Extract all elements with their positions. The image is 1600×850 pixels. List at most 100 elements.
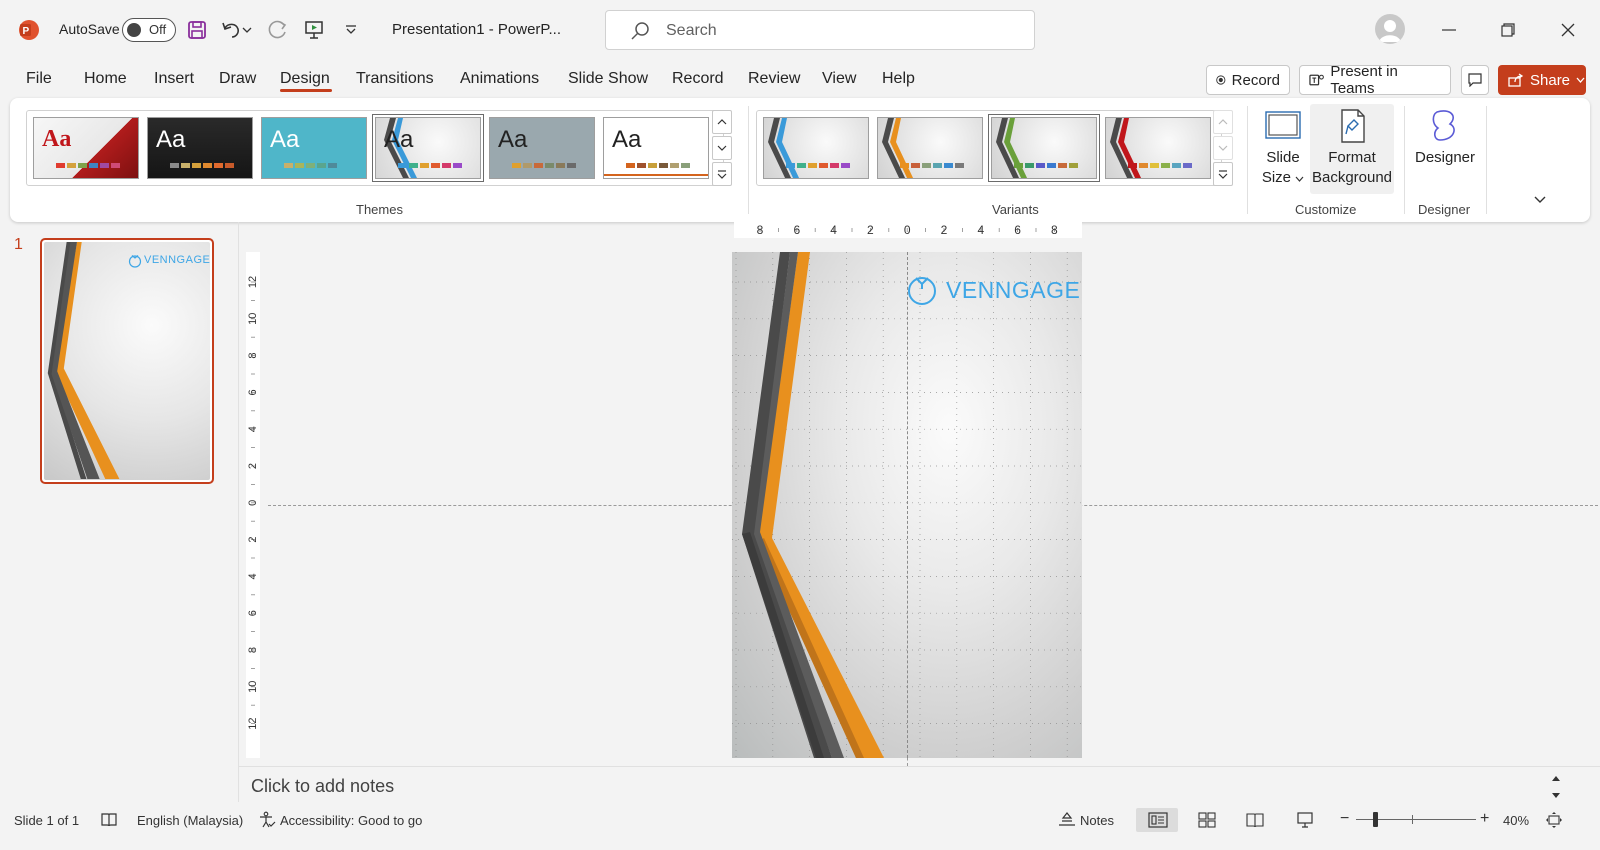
present-from-start-icon[interactable] xyxy=(301,17,327,43)
tab-home[interactable]: Home xyxy=(84,70,127,88)
customize-toolbar-icon[interactable] xyxy=(338,17,364,43)
tab-file[interactable]: File xyxy=(26,70,52,88)
accessibility-icon[interactable] xyxy=(258,811,276,829)
tab-help[interactable]: Help xyxy=(882,70,915,88)
slide-logo-text: VENNGAGE xyxy=(946,277,1081,303)
variant-swatches xyxy=(1128,163,1192,168)
spelling-check-icon[interactable] xyxy=(100,812,118,828)
ruler-label: 10 xyxy=(247,681,259,693)
record-label: Record xyxy=(1231,71,1280,89)
normal-view-icon[interactable] xyxy=(1148,812,1168,828)
ruler-label: 4 xyxy=(247,426,259,432)
collapse-ribbon-icon[interactable] xyxy=(1534,196,1546,204)
more-themes-button[interactable] xyxy=(712,162,732,186)
variant-stripes xyxy=(1110,118,1142,178)
slide-thumbnail-1[interactable]: VENNGAGE xyxy=(40,238,214,484)
fit-to-window-icon[interactable] xyxy=(1545,811,1563,829)
theme-sample-text: Aa xyxy=(270,126,300,153)
ruler-label: 6 xyxy=(247,610,259,616)
variant-thumbnail[interactable] xyxy=(1105,117,1211,179)
account-avatar[interactable] xyxy=(1375,14,1405,44)
variant-thumbnail[interactable] xyxy=(877,117,983,179)
ruler-label: 8 xyxy=(247,353,259,359)
slide-canvas[interactable]: VENNGAGE xyxy=(732,252,1082,758)
themes-gallery: Aa Aa Aa Aa Aa Aa xyxy=(26,110,724,186)
autosave-state: Off xyxy=(149,22,167,37)
share-label: Share xyxy=(1530,71,1571,89)
scroll-up-button[interactable] xyxy=(1213,110,1233,134)
redo-icon[interactable] xyxy=(265,17,291,43)
reading-view-icon[interactable] xyxy=(1246,812,1264,828)
ruler-label: 12 xyxy=(247,276,259,288)
variants-scroll xyxy=(1213,110,1235,186)
tab-review[interactable]: Review xyxy=(748,70,800,88)
slide-count[interactable]: Slide 1 of 1 xyxy=(14,813,79,828)
theme-thumbnail-selected[interactable]: Aa xyxy=(372,114,484,182)
ruler-label: 2 xyxy=(941,223,948,237)
chevron-down-icon xyxy=(717,145,727,151)
restore-icon[interactable] xyxy=(1496,18,1520,42)
horizontal-ruler-ticks: 8 6 4 2 0 2 4 6 8 xyxy=(757,223,1058,237)
theme-thumbnail[interactable]: Aa xyxy=(261,117,367,179)
tab-insert[interactable]: Insert xyxy=(154,70,194,88)
share-button[interactable]: Share xyxy=(1498,65,1586,95)
vertical-ruler: 12 10 8 6 4 2 0 2 4 6 8 10 12 xyxy=(246,252,260,758)
slide-size-button[interactable]: Slide Size xyxy=(1255,104,1311,188)
tab-slide-show[interactable]: Slide Show xyxy=(568,70,648,88)
slide-show-icon[interactable] xyxy=(1296,811,1314,829)
accessibility-status[interactable]: Accessibility: Good to go xyxy=(280,813,422,828)
slide-size-label-1: Slide xyxy=(1266,149,1300,166)
zoom-slider-thumb[interactable] xyxy=(1373,812,1378,827)
toggle-knob xyxy=(127,23,141,37)
format-background-button[interactable]: Format Background xyxy=(1310,104,1394,194)
zoom-level[interactable]: 40% xyxy=(1503,813,1529,828)
theme-thumbnail[interactable]: Aa xyxy=(489,117,595,179)
notes-scroll-arrows-icon[interactable] xyxy=(1550,773,1562,801)
tab-design[interactable]: Design xyxy=(280,70,330,88)
save-icon[interactable] xyxy=(184,17,210,43)
tab-record[interactable]: Record xyxy=(672,70,724,88)
record-button[interactable]: Record xyxy=(1206,65,1290,95)
zoom-in-button[interactable]: + xyxy=(1480,810,1489,828)
autosave-toggle[interactable]: Off xyxy=(122,18,176,42)
theme-thumbnail[interactable]: Aa xyxy=(603,117,709,179)
ruler-label: 8 xyxy=(1051,223,1058,237)
minimize-icon[interactable] xyxy=(1437,18,1461,42)
more-variants-button[interactable] xyxy=(1213,162,1233,186)
tab-animations[interactable]: Animations xyxy=(460,70,539,88)
variant-thumbnail-selected[interactable] xyxy=(988,114,1100,182)
comments-button[interactable] xyxy=(1461,65,1489,95)
format-background-label-1: Format xyxy=(1328,149,1376,166)
scroll-up-button[interactable] xyxy=(712,110,732,134)
theme-thumbnail[interactable]: Aa xyxy=(33,117,139,179)
tab-view[interactable]: View xyxy=(822,70,856,88)
tab-draw[interactable]: Draw xyxy=(219,70,256,88)
theme-swatches xyxy=(170,163,234,168)
format-background-icon xyxy=(1341,109,1365,143)
theme-thumbnail[interactable]: Aa xyxy=(147,117,253,179)
close-icon[interactable] xyxy=(1556,18,1580,42)
variant-stripes xyxy=(996,118,1028,178)
scroll-down-button[interactable] xyxy=(712,136,732,160)
notes-pane[interactable]: Click to add notes xyxy=(239,766,1600,804)
language-indicator[interactable]: English (Malaysia) xyxy=(137,813,243,828)
designer-button[interactable]: Designer xyxy=(1410,104,1480,168)
zoom-slider-center-tick xyxy=(1412,815,1413,824)
scroll-down-button[interactable] xyxy=(1213,136,1233,160)
present-in-teams-button[interactable]: Present in Teams xyxy=(1299,63,1451,97)
ruler-label: 8 xyxy=(757,223,764,237)
notes-icon xyxy=(1059,812,1075,826)
notes-toggle[interactable]: Notes xyxy=(1080,813,1114,828)
tab-transitions[interactable]: Transitions xyxy=(356,70,434,88)
undo-dropdown-icon[interactable] xyxy=(240,17,254,43)
variant-thumbnail[interactable] xyxy=(763,117,869,179)
active-tab-indicator xyxy=(280,89,332,92)
format-background-label-2: Background xyxy=(1311,169,1393,186)
search-placeholder: Search xyxy=(666,22,717,39)
slide-sorter-icon[interactable] xyxy=(1198,812,1216,828)
record-icon xyxy=(1216,75,1226,85)
slide-number: 1 xyxy=(14,236,23,253)
zoom-out-button[interactable]: − xyxy=(1340,810,1349,828)
thumbnail-logo-text: VENNGAGE xyxy=(144,254,210,266)
search-box[interactable]: Search xyxy=(605,10,1035,50)
